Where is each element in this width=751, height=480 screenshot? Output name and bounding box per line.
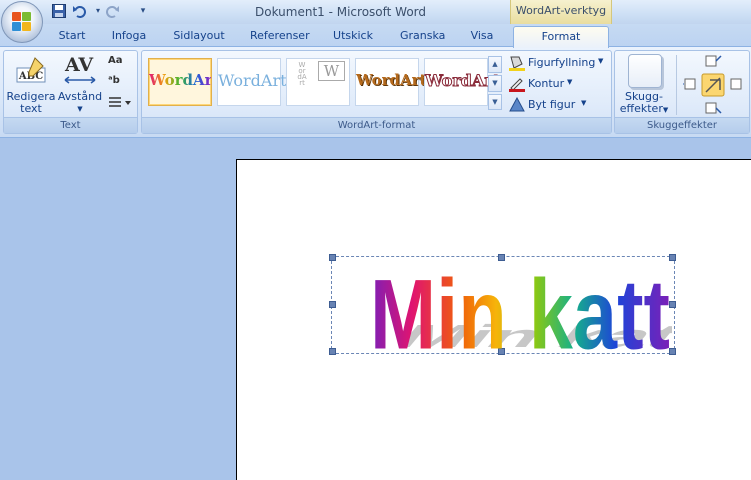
window-title: Dokument1 - Microsoft Word xyxy=(255,5,427,19)
even-height-icon[interactable]: Aa xyxy=(108,55,126,71)
wordart-style-4-text: WordArt xyxy=(356,71,427,89)
change-shape-button[interactable]: Byt figur ▼ xyxy=(508,97,588,113)
change-shape-dropdown-icon: ▼ xyxy=(581,99,587,107)
shadow-icon xyxy=(628,54,662,88)
spacing-icon-text: AV xyxy=(65,54,94,76)
align-text-icon[interactable] xyxy=(108,96,132,110)
tab-granska[interactable]: Granska xyxy=(400,26,445,46)
outline-dropdown-icon: ▼ xyxy=(567,78,573,86)
wordart-style-5[interactable]: WordArt xyxy=(424,58,501,106)
wordart-style-1-text: WordArt xyxy=(149,71,220,89)
edit-text-icon: ABC xyxy=(15,56,47,88)
spacing-label: Avstånd xyxy=(57,90,103,103)
wordart-style-2-text: WordArt xyxy=(218,71,287,90)
change-shape-label: Byt figur xyxy=(528,98,576,111)
text-group-label: Text xyxy=(4,117,137,133)
tab-utskick[interactable]: Utskick xyxy=(333,26,373,46)
wordart-style-3-text: WordArt xyxy=(297,61,307,87)
gallery-scroll-down[interactable]: ▼ xyxy=(488,75,502,92)
wordart-style-3-w-icon: W xyxy=(318,61,345,81)
shadow-dropdown-icon: ▼ xyxy=(662,106,669,114)
shape-fill-label: Figurfyllning xyxy=(528,56,596,69)
wordart-group-label: WordArt-format xyxy=(142,117,611,133)
shadow-label-2: effekter xyxy=(619,102,663,115)
wordart-style-5-text: WordArt xyxy=(425,71,501,91)
contextual-tab-title: WordArt-verktyg xyxy=(510,0,612,24)
office-logo-icon xyxy=(12,12,32,32)
gallery-scroll-up[interactable]: ▲ xyxy=(488,56,502,73)
shadow-group-divider xyxy=(676,55,677,115)
edit-text-label-2: text xyxy=(20,102,42,115)
redo-icon[interactable] xyxy=(104,3,120,19)
edit-text-button[interactable]: Redigera text xyxy=(6,91,56,115)
outline-label: Kontur xyxy=(528,77,565,90)
tab-infoga[interactable]: Infoga xyxy=(110,26,148,46)
save-icon[interactable] xyxy=(51,3,67,19)
customize-icon[interactable]: ▾ xyxy=(135,3,151,19)
tab-visa[interactable]: Visa xyxy=(470,26,494,46)
wordart-style-3[interactable]: WordArt W xyxy=(286,58,350,106)
wordart-style-2[interactable]: WordArt xyxy=(217,58,287,106)
shape-fill-button[interactable]: Figurfyllning ▼ xyxy=(508,55,608,71)
tab-start[interactable]: Start xyxy=(57,26,87,46)
gallery-more-button[interactable]: ▼ xyxy=(488,94,502,110)
tab-sidlayout[interactable]: Sidlayout xyxy=(173,26,225,46)
spacing-dropdown-icon: ▼ xyxy=(77,105,83,113)
shadow-effects-button[interactable]: Skugg- effekter▼ xyxy=(617,91,671,116)
shadow-group-label: Skuggeffekter xyxy=(615,117,749,133)
shape-fill-dropdown-icon: ▼ xyxy=(598,57,604,65)
shadow-nudge-controls[interactable] xyxy=(680,55,745,117)
wordart-text: Min katt xyxy=(370,258,670,351)
spacing-icon: AV xyxy=(63,54,97,86)
wordart-object: Min katt Min katt xyxy=(370,258,672,351)
outline-button[interactable]: Kontur ▼ xyxy=(508,76,578,92)
vertical-text-icon[interactable]: ᵃb xyxy=(108,75,126,91)
wordart-style-1[interactable]: WordArt xyxy=(148,58,220,106)
spacing-button[interactable]: Avstånd ▼ xyxy=(56,91,104,115)
undo-icon[interactable] xyxy=(72,3,88,19)
tab-referenser[interactable]: Referenser xyxy=(250,26,310,46)
office-button[interactable] xyxy=(1,1,43,43)
wordart-style-4[interactable]: WordArt xyxy=(355,58,427,106)
tab-format[interactable]: Format xyxy=(513,26,609,48)
